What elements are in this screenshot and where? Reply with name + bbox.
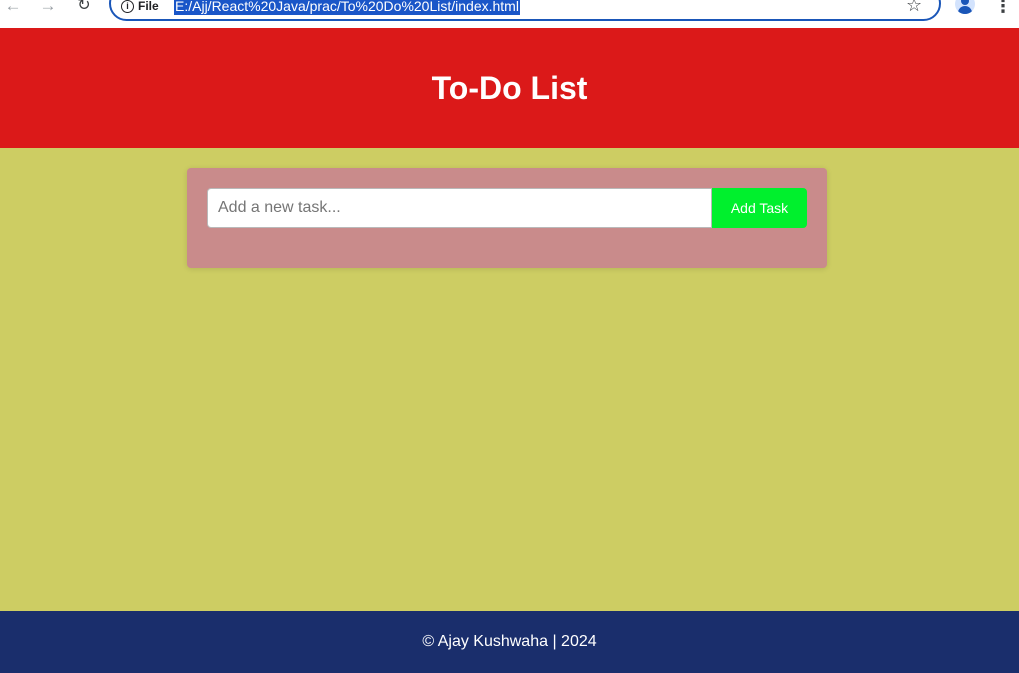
footer-copyright: © Ajay Kushwaha | 2024 — [422, 633, 597, 650]
bookmark-star-icon[interactable]: ☆ — [906, 0, 922, 14]
page-title: To-Do List — [431, 69, 588, 106]
profile-icon[interactable] — [955, 0, 975, 14]
kebab-menu-icon[interactable]: ⋮ — [994, 0, 1012, 16]
site-info-label: File — [138, 0, 159, 13]
task-form-card: Add Task — [187, 168, 827, 268]
forward-arrow-icon[interactable]: → — [38, 0, 58, 16]
reload-icon[interactable]: ↻ — [74, 0, 94, 16]
info-icon: i — [121, 0, 134, 13]
browser-toolbar: ← → ↻ i File E:/Ajj/React%20Java/prac/To… — [0, 0, 1019, 28]
new-task-input[interactable] — [207, 188, 712, 228]
url-text[interactable]: E:/Ajj/React%20Java/prac/To%20Do%20List/… — [174, 0, 520, 15]
page-footer: © Ajay Kushwaha | 2024 — [0, 611, 1019, 673]
page-header: To-Do List — [0, 28, 1019, 148]
back-arrow-icon[interactable]: ← — [3, 0, 23, 16]
site-info-button[interactable]: i File — [121, 0, 159, 14]
address-bar[interactable]: i File E:/Ajj/React%20Java/prac/To%20Do%… — [109, 0, 941, 21]
add-task-button[interactable]: Add Task — [712, 188, 807, 228]
